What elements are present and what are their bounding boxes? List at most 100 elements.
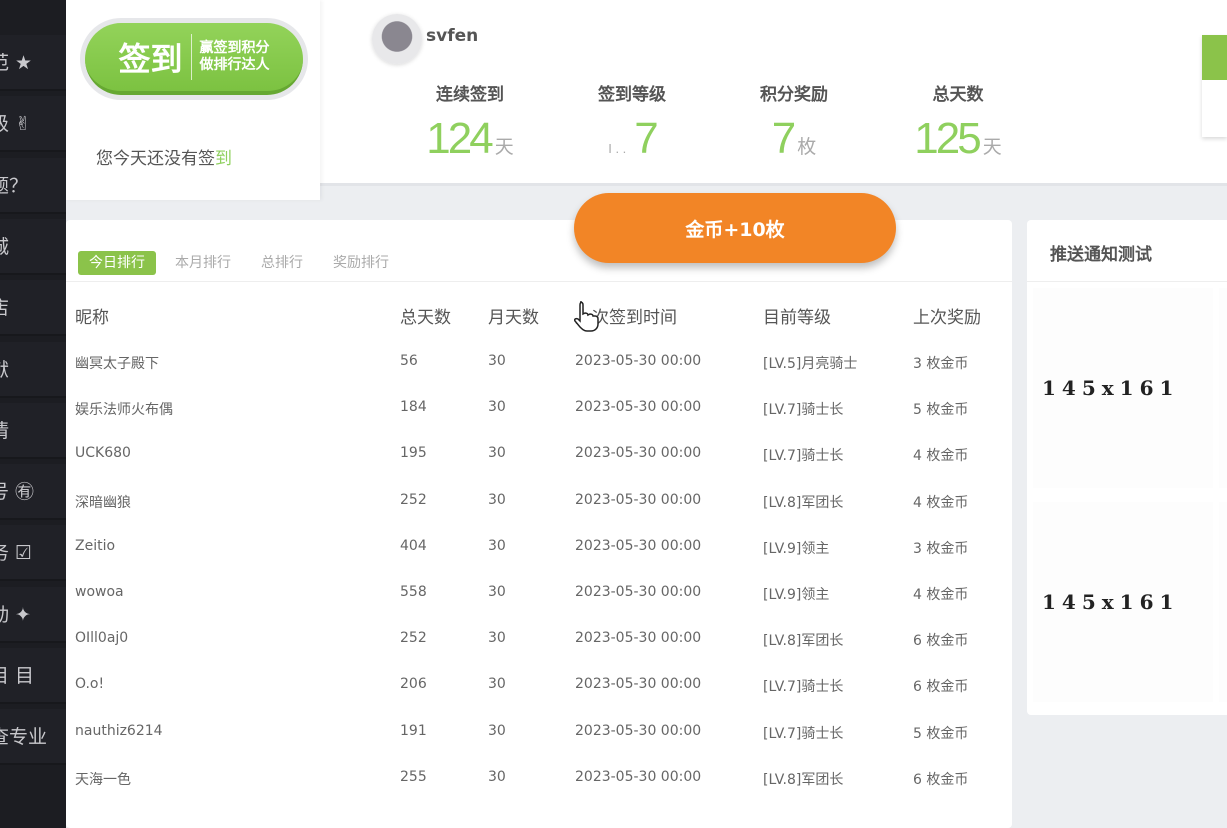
table-row-cell: 184: [400, 399, 427, 416]
sidebar-item[interactable]: 级 ✌: [0, 96, 66, 153]
table-row-cell: [LV.8]军团长: [763, 494, 844, 511]
sidebar-item[interactable]: 城: [0, 218, 66, 275]
table-row-cell: 2023-05-30 00:00: [575, 722, 702, 739]
table-row-cell: 30: [488, 399, 506, 416]
signin-hint-suffix: 到: [215, 149, 232, 169]
stat-prefix: I . .: [608, 141, 627, 156]
table-row-cell[interactable]: OIll0aj0: [75, 630, 128, 646]
ranking-panel: 今日排行 本月排行 总排行 奖励排行 昵称 总天数 月天数 上次签到时间 目前等级 上次奖励 幽冥…: [66, 220, 1012, 828]
stat-0: 连续签到 124 天: [400, 80, 540, 164]
table-row-cell: 30: [488, 491, 506, 508]
stat-unit: 天: [982, 137, 1002, 158]
stat-number: 7: [771, 114, 797, 163]
table-row-cell[interactable]: 幽冥太子殿下: [75, 353, 159, 373]
table-row-cell[interactable]: O.o!: [75, 676, 104, 692]
table-row-cell: [LV.7]骑士长: [763, 679, 844, 696]
tab-2[interactable]: 总排行: [250, 251, 314, 275]
stat-value: I . . 7: [562, 114, 702, 164]
image-placeholder-edge: [1219, 502, 1227, 702]
table-row: Zeitio 404 30 2023-05-30 00:00 [LV.9]领主 3 枚金币: [66, 538, 1012, 558]
table-row-cell: [LV.5]月亮骑士: [763, 356, 858, 372]
sidebar-item[interactable]: 务 ☑: [0, 525, 66, 582]
table-header-cell: 目前等级: [763, 308, 831, 328]
sidebar-item[interactable]: 题？: [0, 157, 66, 214]
signin-label: 签到: [118, 34, 192, 80]
table-header-cell: 总天数: [400, 308, 451, 328]
signin-sub2: 做排行达人: [199, 57, 270, 73]
table-row-cell: [LV.7]骑士长: [763, 402, 844, 419]
table-row-cell: 3 枚金币: [913, 356, 969, 372]
table-header-cell: 上次奖励: [913, 308, 981, 328]
table-row-cell[interactable]: 娱乐法师火布偶: [75, 399, 173, 419]
table-row-cell: [LV.7]骑士长: [763, 448, 844, 465]
table-row-cell: 30: [488, 630, 506, 647]
table-row-cell: 2023-05-30 00:00: [575, 399, 702, 416]
table-row-cell: 30: [488, 768, 506, 785]
table-row-cell: 30: [488, 537, 506, 554]
notification-widget[interactable]: [1202, 35, 1227, 137]
sidebar-item[interactable]: 店: [0, 280, 66, 337]
table-row-cell[interactable]: Zeitio: [75, 538, 115, 554]
sidebar-item[interactable]: 查专业: [0, 709, 66, 766]
sidebar: 范 ★级 ✌题？城店献情号 ㊒务 ☑动 ✦目 目查专业: [0, 0, 66, 828]
table-row-cell: 2023-05-30 00:00: [575, 353, 702, 369]
table-row-cell: 2023-05-30 00:00: [575, 630, 702, 647]
signin-button[interactable]: 签到 赢签到积分 做排行达人: [80, 18, 308, 100]
stat-number: 7: [634, 114, 659, 163]
stat-label: 积分奖励: [760, 85, 828, 105]
avatar[interactable]: [372, 14, 422, 64]
table-row: UCK680 195 30 2023-05-30 00:00 [LV.7]骑士长 4 枚金…: [66, 445, 1012, 465]
tab-1[interactable]: 本月排行: [164, 251, 242, 275]
tab-0[interactable]: 今日排行: [78, 251, 156, 275]
sidebar-item[interactable]: 号 ㊒: [0, 464, 66, 521]
table-row-cell: 2023-05-30 00:00: [575, 445, 702, 462]
table-row-cell: 2023-05-30 00:00: [575, 491, 702, 508]
image-placeholder: 145x161: [1033, 288, 1213, 488]
stat-number: 125: [914, 114, 981, 163]
table-row-cell: 30: [488, 584, 506, 600]
signin-sub1: 赢签到积分: [199, 40, 270, 56]
table-row: 天海一色 255 30 2023-05-30 00:00 [LV.8]军团长 6 枚金币: [66, 769, 1012, 789]
stat-1: 签到等级 I . . 7: [562, 80, 702, 164]
table-row: 深暗幽狼 252 30 2023-05-30 00:00 [LV.8]军团长 4 枚金币: [66, 492, 1012, 512]
ranking-tabs: 今日排行 本月排行 总排行 奖励排行: [78, 251, 408, 275]
table-row-cell: 2023-05-30 00:00: [575, 537, 702, 554]
table-row-cell[interactable]: nauthiz6214: [75, 723, 163, 739]
table-row-cell: 2023-05-30 00:00: [575, 676, 702, 693]
table-header-cell: 月天数: [488, 308, 539, 328]
table-row-cell: 6 枚金币: [913, 633, 969, 650]
table-row-cell: 30: [488, 353, 506, 369]
stat-unit: 枚: [797, 137, 817, 158]
table-row-cell: [LV.9]领主: [763, 587, 830, 603]
table-row-cell: 6 枚金币: [913, 771, 969, 788]
table-row-cell[interactable]: UCK680: [75, 445, 131, 461]
table-row-cell: 4 枚金币: [913, 587, 969, 603]
table-row-cell: 2023-05-30 00:00: [575, 768, 702, 785]
table-row-cell: 252: [400, 630, 427, 647]
table-header: 昵称 总天数 月天数 上次签到时间 目前等级 上次奖励: [66, 303, 1012, 328]
table-row: nauthiz6214 191 30 2023-05-30 00:00 [LV.7]骑士…: [66, 723, 1012, 743]
push-notification-panel: 推送通知测试 145x161 145x161: [1027, 220, 1227, 715]
table-row-cell: [LV.8]军团长: [763, 771, 844, 788]
sidebar-item[interactable]: 范 ★: [0, 35, 66, 91]
tab-3[interactable]: 奖励排行: [322, 251, 400, 275]
sidebar-item[interactable]: 目 目: [0, 648, 66, 704]
stat-value: 124 天: [400, 114, 540, 164]
stat-unit: 天: [494, 137, 514, 158]
table-row-cell: [LV.7]骑士长: [763, 725, 844, 742]
signin-hint: 您今天还没有签到: [96, 144, 232, 169]
table-row-cell: 255: [400, 768, 427, 785]
table-row-cell: 4 枚金币: [913, 494, 969, 511]
sidebar-item[interactable]: 动 ✦: [0, 586, 66, 643]
table-row-cell: 252: [400, 491, 427, 508]
table-row-cell[interactable]: wowoa: [75, 584, 124, 600]
sidebar-item[interactable]: 献: [0, 341, 66, 398]
notification-widget-header: [1202, 35, 1227, 80]
stat-label: 连续签到: [436, 85, 504, 105]
sidebar-item[interactable]: 情: [0, 402, 66, 459]
table-row-cell: 206: [400, 676, 427, 693]
table-row-cell[interactable]: 天海一色: [75, 769, 131, 789]
stat-3: 总天数 125 天: [888, 80, 1028, 164]
table-row-cell[interactable]: 深暗幽狼: [75, 492, 131, 512]
table-row: wowoa 558 30 2023-05-30 00:00 [LV.9]领主 4 枚金币: [66, 584, 1012, 604]
